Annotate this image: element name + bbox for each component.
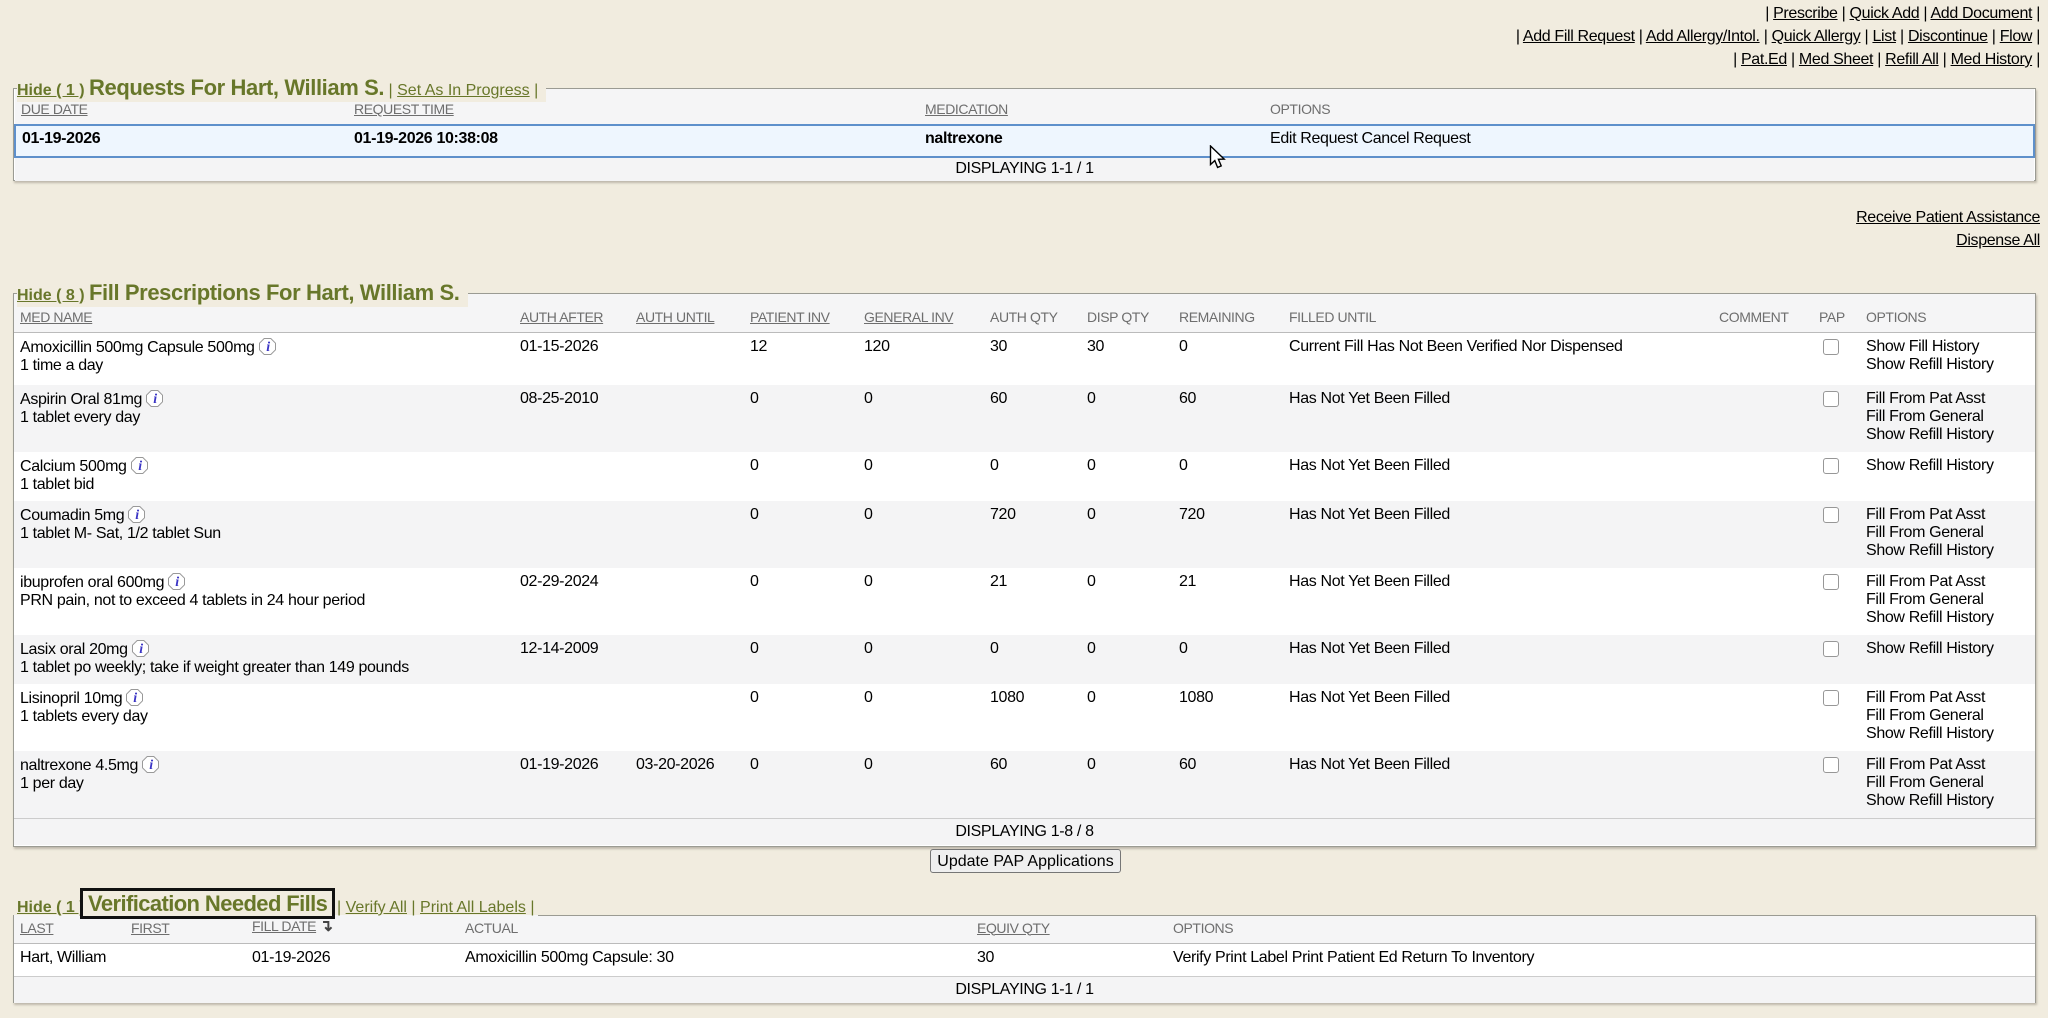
- svg-text:i: i: [153, 392, 157, 407]
- svg-text:i: i: [138, 459, 142, 474]
- svg-text:i: i: [136, 508, 140, 523]
- svg-text:i: i: [266, 340, 270, 355]
- svg-text:i: i: [134, 691, 138, 706]
- svg-text:i: i: [149, 758, 153, 773]
- svg-text:i: i: [175, 575, 179, 590]
- svg-text:i: i: [139, 642, 143, 657]
